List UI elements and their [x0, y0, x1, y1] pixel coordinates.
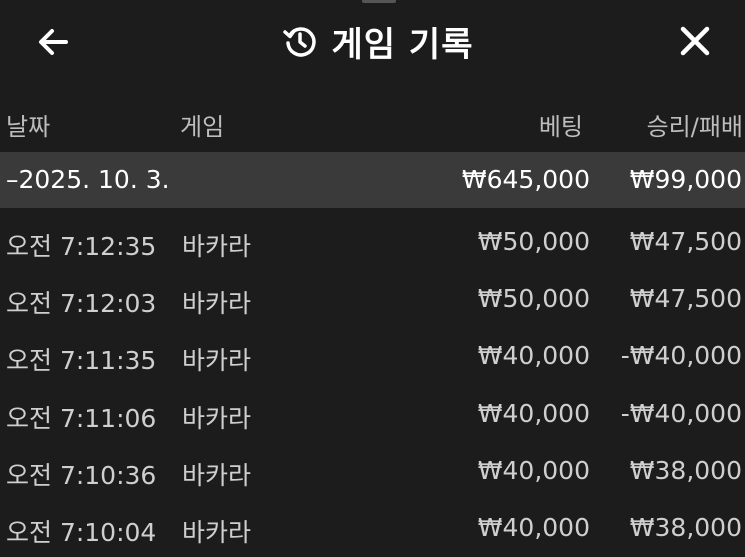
history-row[interactable]: 오전 7:12:35 바카라 ₩50,000 ₩47,500: [0, 214, 745, 271]
row-game: 바카라: [182, 346, 252, 376]
column-game-label: 게임: [180, 113, 225, 141]
row-result: -₩40,000: [620, 341, 742, 371]
row-bet: ₩40,000: [477, 512, 590, 542]
row-bet: ₩50,000: [477, 284, 590, 314]
title-group: 게임 기록: [0, 16, 745, 66]
row-result: ₩38,000: [629, 512, 742, 542]
history-row[interactable]: 오전 7:11:06 바카라 ₩40,000 -₩40,000: [0, 386, 745, 443]
row-bet: ₩40,000: [477, 341, 590, 371]
row-result: -₩40,000: [620, 398, 742, 428]
row-game: 바카라: [182, 517, 252, 547]
row-time: 오전 7:10:36: [6, 460, 157, 490]
column-bet-label: 베팅: [538, 113, 583, 141]
row-result: ₩47,500: [629, 284, 742, 314]
row-game: 바카라: [182, 403, 252, 433]
row-game: 바카라: [182, 460, 252, 490]
row-time: 오전 7:10:04: [6, 517, 157, 547]
row-time: 오전 7:12:35: [6, 232, 157, 261]
summary-date: –2025. 10. 3.: [6, 165, 170, 194]
row-bet: ₩40,000: [477, 455, 590, 485]
date-summary-row[interactable]: –2025. 10. 3. ₩645,000 ₩99,000: [0, 152, 745, 208]
summary-bet-total: ₩645,000: [461, 165, 590, 194]
history-row[interactable]: 오전 7:11:35 바카라 ₩40,000 -₩40,000: [0, 328, 745, 385]
row-game: 바카라: [182, 289, 252, 319]
header: 게임 기록: [0, 0, 745, 84]
column-date-label: 날짜: [6, 113, 51, 141]
row-result: ₩47,500: [629, 227, 742, 256]
history-row[interactable]: 오전 7:10:04 바카라 ₩40,000 ₩38,000: [0, 500, 745, 557]
page-title: 게임 기록: [331, 24, 474, 65]
row-game: 바카라: [182, 232, 252, 261]
column-header: 날짜 게임 베팅 승리/패배: [0, 95, 745, 151]
row-bet: ₩40,000: [477, 398, 590, 428]
close-x-icon: [680, 26, 710, 56]
row-time: 오전 7:12:03: [6, 289, 157, 319]
row-time: 오전 7:11:35: [6, 346, 157, 376]
history-clock-icon: [282, 23, 318, 59]
history-row[interactable]: 오전 7:10:36 바카라 ₩40,000 ₩38,000: [0, 443, 745, 500]
close-button[interactable]: [670, 18, 720, 64]
row-bet: ₩50,000: [477, 227, 590, 256]
row-time: 오전 7:11:06: [6, 403, 157, 433]
row-result: ₩38,000: [629, 455, 742, 485]
column-result-label: 승리/패배: [646, 113, 743, 141]
history-row[interactable]: 오전 7:12:03 바카라 ₩50,000 ₩47,500: [0, 271, 745, 328]
history-list: 오전 7:12:35 바카라 ₩50,000 ₩47,500 오전 7:12:0…: [0, 214, 745, 557]
summary-result-total: ₩99,000: [629, 165, 742, 194]
